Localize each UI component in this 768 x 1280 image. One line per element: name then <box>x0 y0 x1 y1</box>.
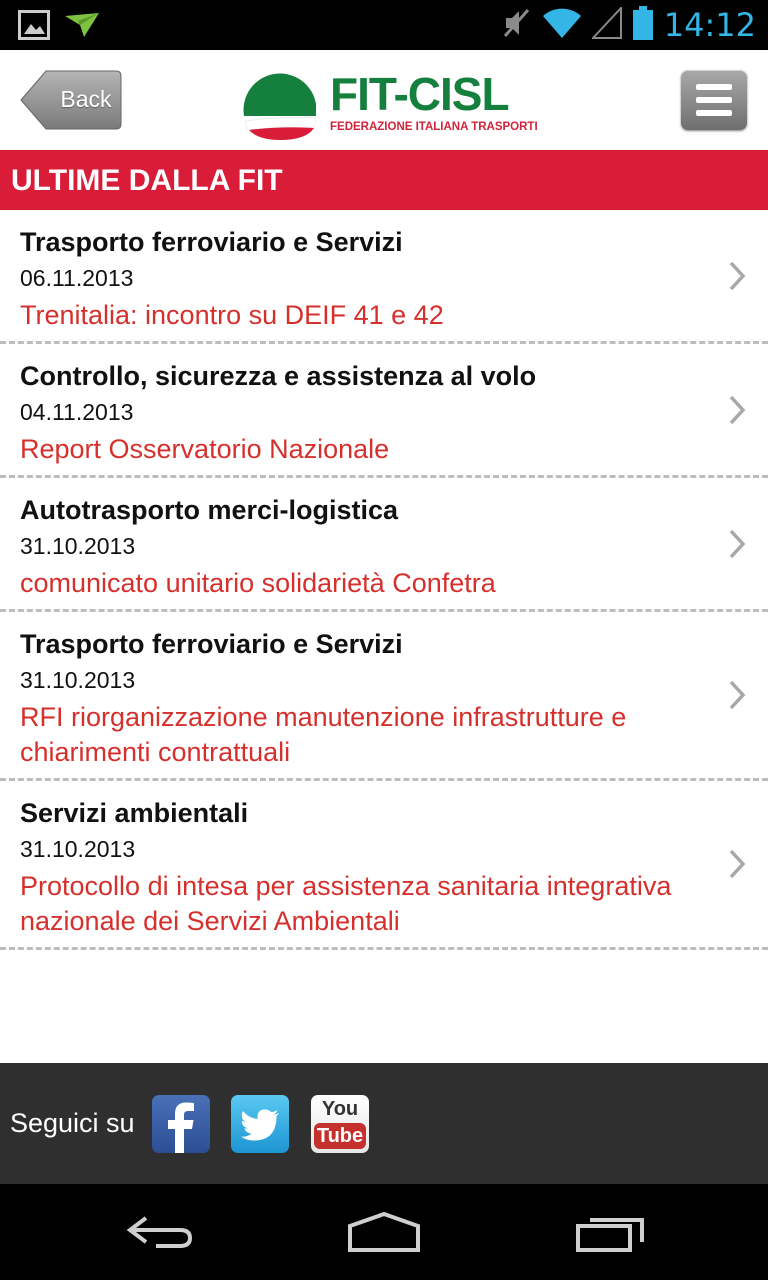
news-item[interactable]: Servizi ambientali 31.10.2013 Protocollo… <box>0 781 768 950</box>
status-bar: 14:12 <box>0 0 768 50</box>
recent-apps-nav-icon[interactable] <box>574 1204 646 1260</box>
chevron-right-icon <box>729 529 746 558</box>
menu-button[interactable] <box>681 70 747 130</box>
navigation-bar <box>0 1184 768 1280</box>
news-title: Protocollo di intesa per assistenza sani… <box>20 871 672 936</box>
facebook-button[interactable] <box>152 1095 210 1153</box>
social-footer: Seguici su You Tube <box>0 1063 768 1184</box>
news-date: 06.11.2013 <box>20 265 134 291</box>
news-date: 31.10.2013 <box>20 533 136 559</box>
section-title: ULTIME DALLA FIT <box>0 150 768 210</box>
twitter-button[interactable] <box>231 1095 289 1153</box>
news-title: Trenitalia: incontro su DEIF 41 e 42 <box>20 300 444 330</box>
wifi-icon <box>542 7 582 44</box>
chevron-right-icon <box>729 395 746 424</box>
news-category: Trasporto ferroviario e Servizi <box>20 227 403 257</box>
news-category: Autotrasporto merci-logistica <box>20 495 399 525</box>
news-item[interactable]: Trasporto ferroviario e Servizi 06.11.20… <box>0 210 768 344</box>
news-list: Trasporto ferroviario e Servizi 06.11.20… <box>0 210 768 950</box>
chevron-right-icon <box>729 261 746 290</box>
logo-subtitle: FEDERAZIONE ITALIANA TRASPORTI <box>330 121 538 133</box>
signal-icon <box>590 4 622 44</box>
app-header: Back FIT-CISL FEDERAZIONE ITALIANA TRASP… <box>0 50 768 150</box>
news-item[interactable]: Trasporto ferroviario e Servizi 31.10.20… <box>0 612 768 781</box>
facebook-icon <box>168 1102 194 1153</box>
chevron-right-icon <box>729 849 746 879</box>
news-date: 31.10.2013 <box>20 667 136 693</box>
news-title: comunicato unitario solidarietà Confetra <box>20 568 496 598</box>
news-category: Trasporto ferroviario e Servizi <box>20 629 403 659</box>
logo-name: FIT-CISL <box>330 68 510 120</box>
back-button[interactable]: Back <box>20 70 122 130</box>
back-nav-icon[interactable] <box>124 1204 196 1260</box>
news-item[interactable]: Controllo, sicurezza e assistenza al vol… <box>0 344 768 478</box>
youtube-button[interactable]: You Tube <box>311 1095 369 1153</box>
follow-label: Seguici su <box>10 1108 135 1138</box>
news-title: RFI riorganizzazione manutenzione infras… <box>20 702 627 767</box>
mute-icon <box>502 6 532 45</box>
news-category: Servizi ambientali <box>20 798 249 828</box>
home-nav-icon[interactable] <box>346 1204 422 1260</box>
twitter-icon <box>241 1109 279 1141</box>
status-time: 14:12 <box>663 6 756 44</box>
news-date: 31.10.2013 <box>20 836 136 862</box>
chevron-right-icon <box>729 680 746 710</box>
battery-icon <box>632 5 654 45</box>
news-item[interactable]: Autotrasporto merci-logistica 31.10.2013… <box>0 478 768 612</box>
news-date: 04.11.2013 <box>20 399 134 425</box>
back-label: Back <box>60 86 112 112</box>
news-category: Controllo, sicurezza e assistenza al vol… <box>20 361 537 391</box>
news-title: Report Osservatorio Nazionale <box>20 434 390 464</box>
fit-cisl-logo: FIT-CISL FEDERAZIONE ITALIANA TRASPORTI <box>240 66 540 140</box>
picture-icon <box>18 10 50 45</box>
send-icon <box>64 12 100 43</box>
